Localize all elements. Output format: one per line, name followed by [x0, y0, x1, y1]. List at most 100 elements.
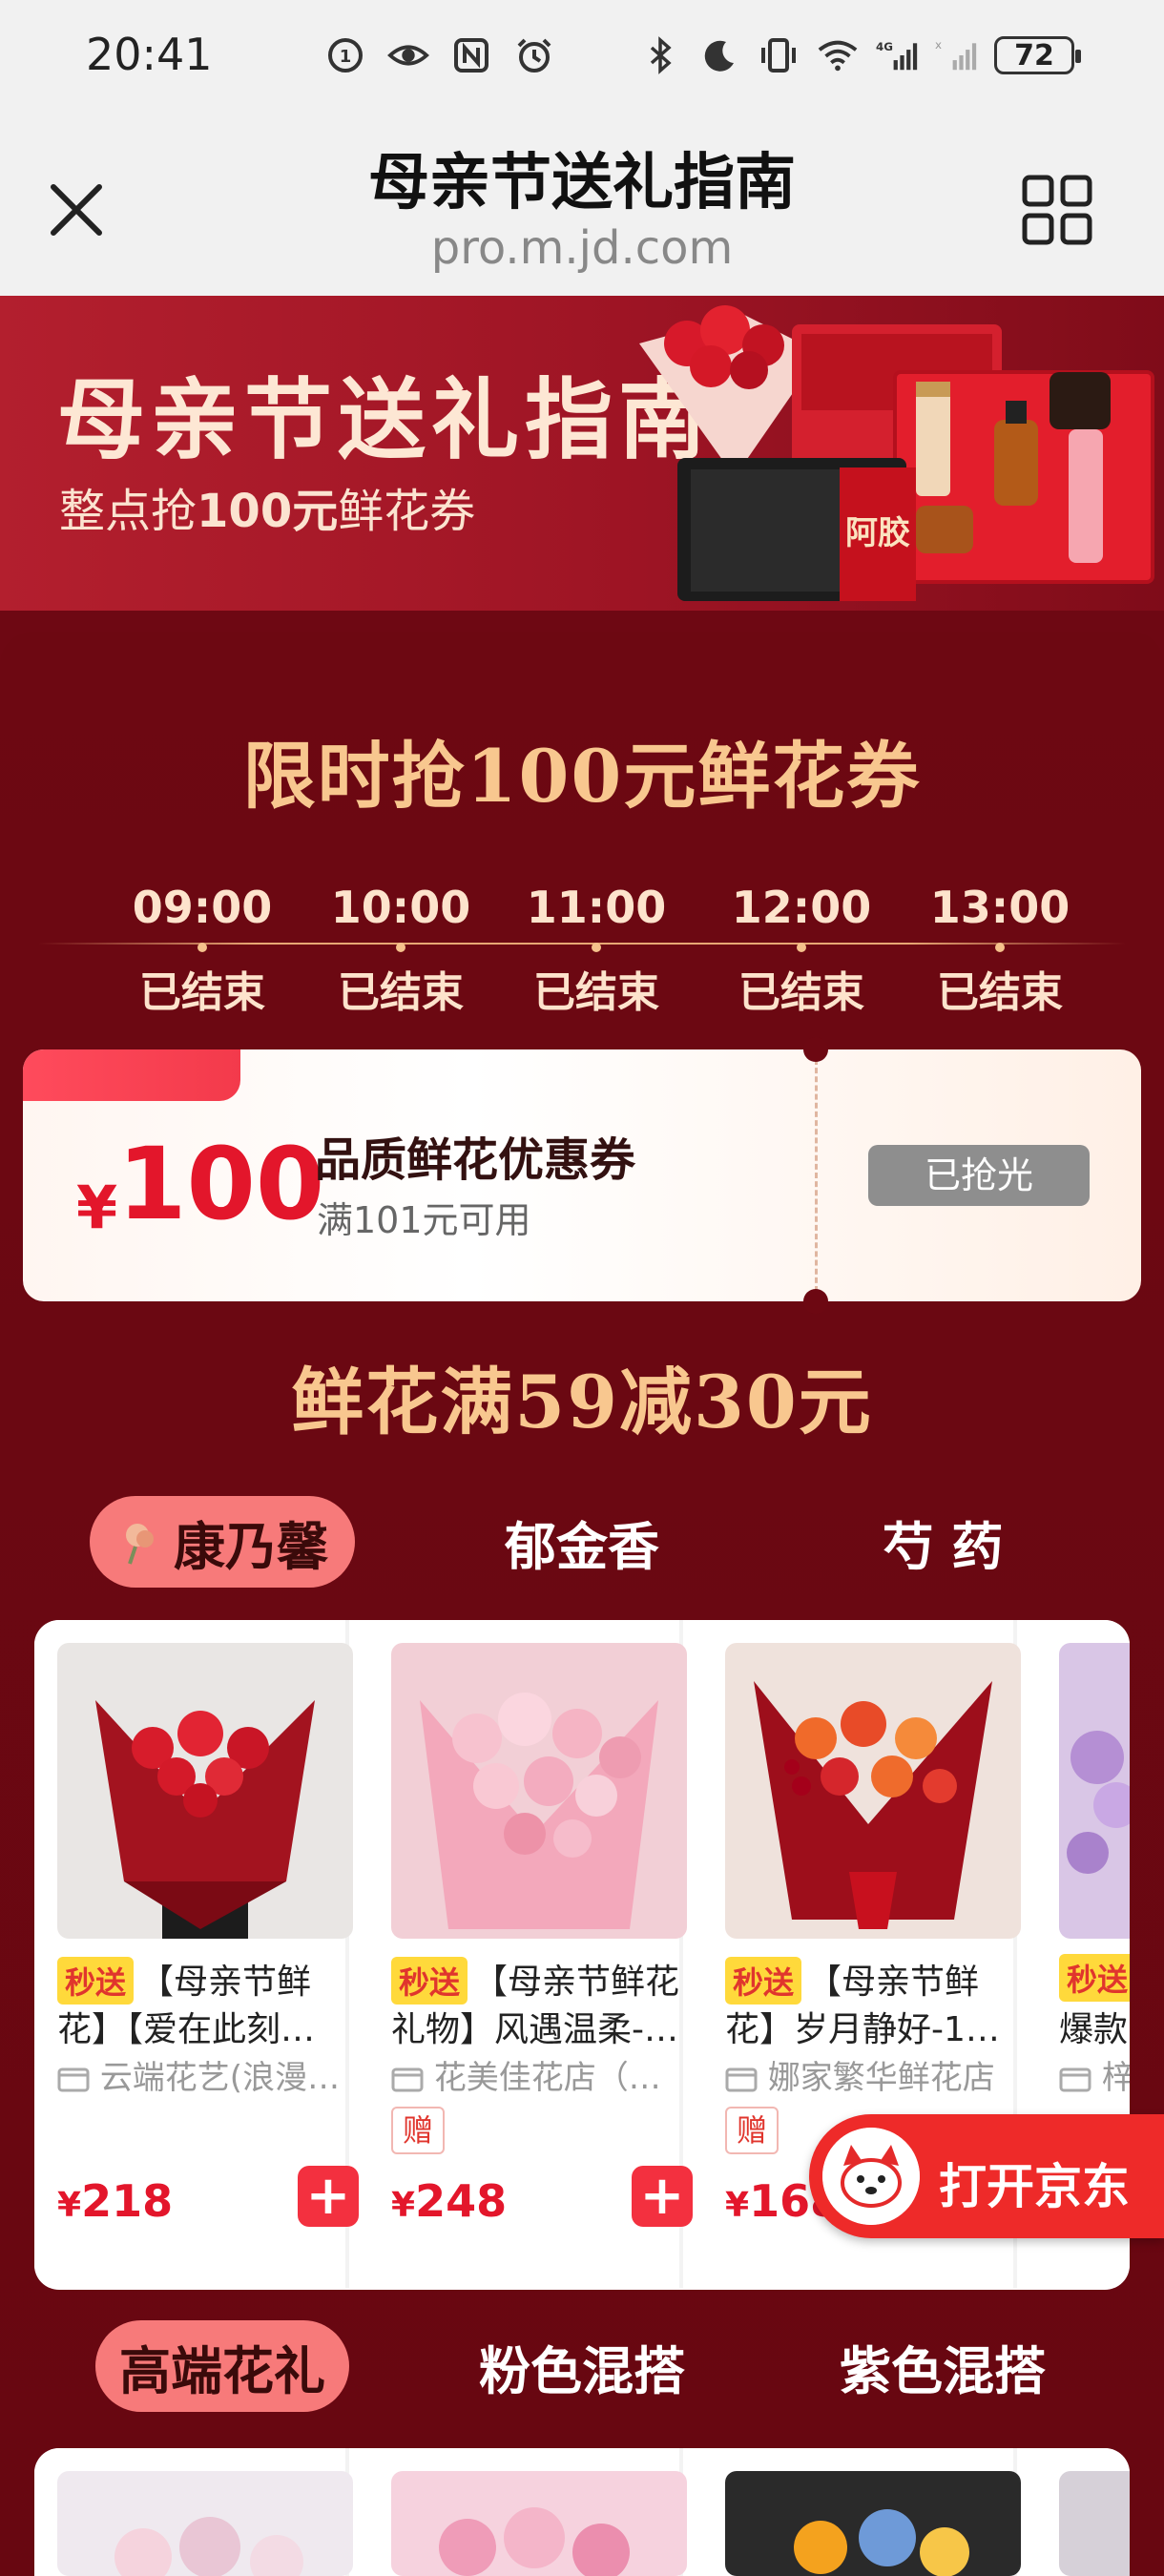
fast-delivery-badge: 秒送 [391, 1957, 468, 2005]
coupon-condition: 满101元可用 [317, 1199, 531, 1241]
status-time: 20:41 [86, 29, 213, 80]
page-url: pro.m.jd.com [430, 221, 734, 275]
product-card[interactable]: 秒送 【母亲节鲜 花】【爱在此刻… 云端花艺(浪漫… ¥218 + [34, 1620, 359, 2288]
product-image [725, 1643, 1021, 1939]
top-nav-bar: 母亲节送礼指南 pro.m.jd.com [0, 114, 1164, 296]
slot-time: 13:00 [929, 882, 1070, 933]
open-jd-label: 打开京东 [939, 2159, 1130, 2214]
more-menu-button[interactable] [1011, 164, 1103, 256]
coupon-name: 品质鲜花优惠券 [315, 1133, 636, 1187]
shop-name: 梓 [1059, 2051, 1130, 2098]
shop-icon [391, 2067, 424, 2092]
product-image [57, 2471, 353, 2576]
tab-premium-flowers[interactable]: 高端花礼 [95, 2320, 349, 2412]
product-card[interactable] [1036, 2448, 1130, 2576]
time-slot[interactable]: 10:00 已结束 [315, 882, 487, 1019]
product-card[interactable] [34, 2448, 353, 2576]
shop-icon [1059, 2067, 1091, 2092]
status-bar: 20:41 1 4G x 72 [0, 0, 1164, 114]
flower-type-tabs: 康乃馨 郁金香 芍 药 [0, 1496, 1164, 1588]
product-title-line: 秒送 [1059, 1954, 1130, 2002]
carnation-icon [126, 1524, 154, 1565]
bluetooth-icon [639, 34, 681, 76]
svg-text:阿胶: 阿胶 [845, 514, 910, 552]
slot-dot [396, 943, 405, 952]
svg-text:4G: 4G [876, 40, 893, 53]
slot-dot [995, 943, 1005, 952]
eye-icon [387, 34, 429, 76]
tab-peony[interactable]: 芍 药 [809, 1496, 1076, 1588]
tab-purple-mix[interactable]: 紫色混搭 [809, 2320, 1076, 2412]
product-title-line: 花】岁月静好-11… [725, 2010, 1021, 2049]
time-slot[interactable]: 13:00 已结束 [914, 882, 1086, 1019]
product-title-line: 礼物】风遇温柔-… [391, 2010, 678, 2049]
gift-tag: 赠 [725, 2107, 779, 2154]
svg-text:1: 1 [340, 47, 352, 67]
nfc-icon [450, 34, 492, 76]
shop-icon [725, 2067, 758, 2092]
hero-banner[interactable]: 母亲节送礼指南 整点抢100元鲜花券 阿胶 [0, 296, 1164, 611]
product-image [1059, 1643, 1130, 1939]
shop-icon [57, 2067, 90, 2092]
slot-status: 已结束 [738, 968, 864, 1017]
tab-tulip[interactable]: 郁金香 [448, 1496, 716, 1588]
product-image [391, 2471, 687, 2576]
moon-icon [698, 34, 740, 76]
time-slot[interactable]: 12:00 已结束 [716, 882, 887, 1019]
slot-status: 已结束 [533, 968, 659, 1017]
product-title-line: 花】【爱在此刻… [57, 2010, 316, 2049]
tab-carnation[interactable]: 康乃馨 [90, 1496, 355, 1588]
time-slot[interactable]: 11:00 已结束 [510, 882, 682, 1019]
product-image [391, 1643, 687, 1939]
fast-delivery-badge: 秒送 [725, 1957, 802, 2005]
coupon-amount: ¥100 [76, 1126, 325, 1242]
product-carousel[interactable] [34, 2448, 1130, 2576]
tab-pink-mix[interactable]: 粉色混搭 [448, 2320, 716, 2412]
shop-name: 花美佳花店（… [391, 2051, 687, 2098]
flash-sale-title: 限时抢100元鲜花券 [242, 734, 922, 819]
coupon-notch [803, 1037, 828, 1062]
open-jd-app-button[interactable]: 打开京东 [809, 2114, 1164, 2238]
slot-dot [797, 943, 806, 952]
product-image [725, 2471, 1021, 2576]
coupon-tag [23, 1049, 240, 1101]
jd-dog-mascot-icon [822, 2128, 920, 2225]
slot-time: 11:00 [526, 882, 667, 933]
style-tabs: 高端花礼 粉色混搭 紫色混搭 [0, 2320, 1164, 2412]
product-card[interactable] [368, 2448, 687, 2576]
slot-time: 12:00 [731, 882, 872, 933]
signal-x-icon: x [935, 34, 977, 76]
coupon-divider [815, 1059, 818, 1292]
product-image [1059, 2471, 1130, 2576]
banner-title: 母亲节送礼指南 [57, 368, 713, 471]
notification-badge-icon: 1 [324, 34, 366, 76]
gift-box-illustration: 阿胶 [639, 305, 1154, 601]
product-card[interactable] [702, 2448, 1021, 2576]
status-right-icons: 4G x 72 [639, 34, 1081, 76]
add-to-cart-button[interactable]: + [632, 2166, 693, 2227]
page-title: 母亲节送礼指南 [368, 148, 796, 218]
gift-tag: 赠 [391, 2107, 445, 2154]
svg-text:x: x [935, 38, 942, 52]
slot-status: 已结束 [338, 968, 464, 1017]
coupon-notch [803, 1289, 828, 1314]
product-title-line: 秒送 【母亲节鲜花 [391, 1954, 687, 2005]
signal-4g-icon: 4G [876, 34, 918, 76]
alarm-icon [513, 34, 555, 76]
shop-name: 云端花艺(浪漫… [57, 2051, 353, 2098]
promo-title: 鲜花满59减30元 [291, 1360, 873, 1444]
status-left-icons: 1 [324, 34, 555, 76]
slot-dot [592, 943, 601, 952]
product-card[interactable]: 秒送 【母亲节鲜花 礼物】风遇温柔-… 花美佳花店（… 赠 ¥248 + [368, 1620, 693, 2288]
product-price: ¥248 [391, 2175, 508, 2227]
slot-status: 已结束 [937, 968, 1063, 1017]
vibrate-icon [758, 34, 800, 76]
coupon-sold-out-button[interactable]: 已抢光 [868, 1145, 1090, 1206]
product-title-line: 秒送 【母亲节鲜 [725, 1954, 1021, 2005]
shop-name: 娜家繁华鲜花店 [725, 2051, 1021, 2098]
add-to-cart-button[interactable]: + [298, 2166, 359, 2227]
fast-delivery-badge: 秒送 [1059, 1954, 1130, 2002]
time-slot[interactable]: 09:00 已结束 [116, 882, 288, 1019]
fast-delivery-badge: 秒送 [57, 1957, 135, 2005]
slot-dot [197, 943, 207, 952]
